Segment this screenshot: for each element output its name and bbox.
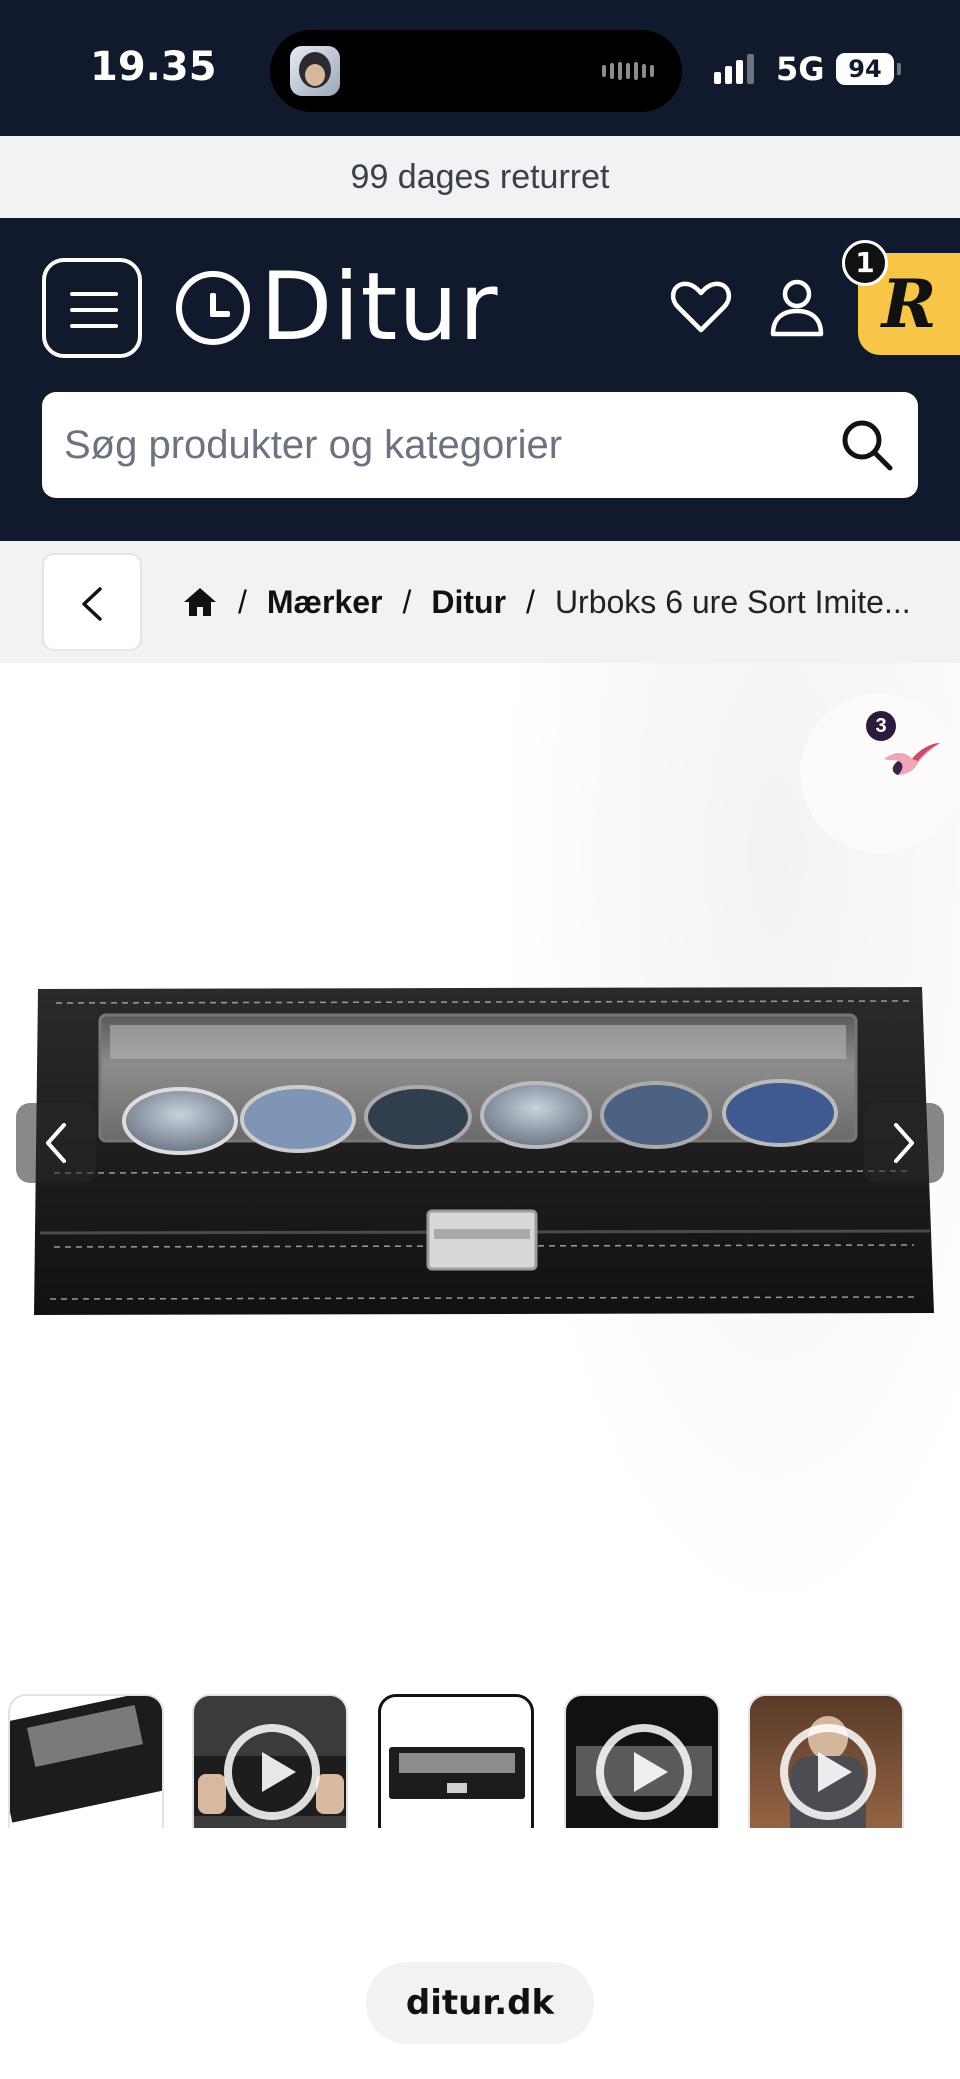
signal-icon	[714, 52, 754, 84]
browser-url-pill[interactable]: ditur.dk	[366, 1962, 594, 2044]
chevron-left-icon	[82, 587, 102, 621]
menu-button[interactable]	[42, 258, 142, 358]
breadcrumb-bar: / Mærker / Ditur / Urboks 6 ure Sort Imi…	[0, 541, 960, 663]
audio-wave-icon	[602, 62, 654, 80]
status-bar: 19.35 5G 94	[0, 0, 960, 136]
search-box	[42, 392, 918, 498]
notification-badge[interactable]: 1	[842, 240, 888, 286]
heart-icon[interactable]	[668, 274, 734, 340]
play-icon	[596, 1724, 692, 1820]
thumbnail-strip	[0, 1692, 960, 1828]
search-input[interactable]	[64, 392, 824, 498]
promo-banner: 99 dages returret	[0, 136, 960, 218]
product-image	[34, 987, 934, 1315]
status-time: 19.35	[90, 44, 217, 90]
site-header: Ditur	[0, 218, 960, 541]
logo[interactable]: Ditur	[176, 258, 499, 358]
search-icon[interactable]	[840, 418, 894, 472]
network-label: 5G	[776, 50, 825, 88]
now-playing-artwork	[290, 46, 340, 96]
thumbnail-3-active[interactable]	[378, 1694, 534, 1828]
clock-logo-icon	[176, 271, 250, 345]
dynamic-island	[270, 30, 682, 112]
user-icon[interactable]	[764, 274, 830, 340]
thumbnail-4-video[interactable]	[564, 1694, 720, 1828]
next-image-button[interactable]	[864, 1103, 944, 1183]
page: 19.35 5G 94 99 dages returret Ditur Søg …	[0, 0, 960, 2079]
product-image-gallery[interactable]: 3	[0, 663, 960, 1693]
breadcrumb-link-brands[interactable]: Mærker	[267, 584, 383, 621]
home-icon[interactable]	[182, 586, 218, 618]
thumbnail-1[interactable]	[8, 1694, 164, 1828]
breadcrumb: / Mærker / Ditur / Urboks 6 ure Sort Imi…	[182, 541, 911, 663]
chevron-left-icon	[46, 1123, 66, 1163]
thumbnail-5-video[interactable]	[748, 1694, 904, 1828]
play-icon	[224, 1724, 320, 1820]
review-widget-logo: R	[881, 265, 937, 343]
previous-image-button[interactable]	[16, 1103, 96, 1183]
back-button[interactable]	[42, 553, 142, 651]
play-icon	[780, 1724, 876, 1820]
hummingbird-icon	[884, 743, 940, 775]
breadcrumb-current: Urboks 6 ure Sort Imite...	[554, 583, 911, 620]
chevron-right-icon	[894, 1123, 914, 1163]
breadcrumb-link-ditur[interactable]: Ditur	[431, 584, 506, 621]
logo-text: Ditur	[260, 253, 499, 362]
thumbnail-2-video[interactable]	[192, 1694, 348, 1828]
battery-icon: 94	[836, 53, 894, 85]
